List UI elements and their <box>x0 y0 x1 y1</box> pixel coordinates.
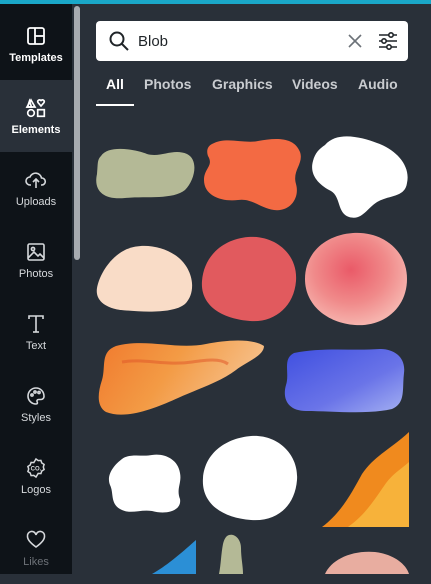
sidebar-item-label: Logos <box>21 483 51 496</box>
result-orange-watercolor-stroke[interactable] <box>96 336 266 418</box>
palette-icon <box>25 385 47 407</box>
result-blue-wave-partial[interactable] <box>152 540 196 574</box>
result-white-blob[interactable] <box>311 135 409 219</box>
elements-icon <box>25 97 47 119</box>
result-pink-watercolor-blob[interactable] <box>303 231 409 327</box>
sidebar-item-elements[interactable]: Elements <box>0 80 72 152</box>
result-orange-blob[interactable] <box>202 138 302 212</box>
sidebar-item-label: Likes <box>23 555 49 568</box>
active-tab-indicator <box>96 104 134 106</box>
result-white-round-blob[interactable] <box>201 434 299 522</box>
text-icon <box>25 313 47 335</box>
svg-text:CO.: CO. <box>31 466 42 472</box>
sidebar-item-label: Styles <box>21 411 51 424</box>
result-white-rough-blob[interactable] <box>108 453 183 515</box>
sidebar-item-logos[interactable]: CO. Logos <box>0 440 72 512</box>
tab-audio[interactable]: Audio <box>358 76 398 92</box>
search-icon <box>108 30 130 52</box>
result-sage-shape-partial[interactable] <box>219 534 243 574</box>
logo-badge-icon: CO. <box>25 457 47 479</box>
templates-icon <box>25 25 47 47</box>
sidebar-item-label: Uploads <box>15 195 57 208</box>
close-icon[interactable] <box>346 32 364 50</box>
sidebar-item-text[interactable]: Text <box>0 296 72 368</box>
heart-icon <box>25 529 47 551</box>
panel-scrollbar-thumb[interactable] <box>74 6 80 260</box>
result-blue-watercolor-stroke[interactable] <box>282 345 407 415</box>
sidebar-item-label: Text <box>25 339 47 352</box>
tab-graphics[interactable]: Graphics <box>212 76 273 92</box>
sidebar-item-label: Templates <box>9 51 63 64</box>
tab-photos[interactable]: Photos <box>144 76 191 92</box>
search-input[interactable] <box>138 29 338 53</box>
result-peach-blob[interactable] <box>95 245 194 312</box>
result-coral-circle-blob[interactable] <box>200 235 298 323</box>
tab-videos[interactable]: Videos <box>292 76 338 92</box>
sidebar-item-styles[interactable]: Styles <box>0 368 72 440</box>
result-pink-blob-partial[interactable] <box>315 550 409 574</box>
sidebar-item-label: Elements <box>11 123 61 136</box>
sidebar-item-uploads[interactable]: Uploads <box>0 152 72 224</box>
filter-sliders-icon[interactable] <box>377 30 399 52</box>
sidebar-item-label: Photos <box>18 267 54 280</box>
result-sage-blob[interactable] <box>95 146 195 202</box>
sidebar-item-likes[interactable]: Likes <box>0 512 72 584</box>
upload-cloud-icon <box>25 169 47 191</box>
result-orange-wave-corner[interactable] <box>322 432 409 527</box>
tab-all[interactable]: All <box>106 76 124 92</box>
image-icon <box>25 241 47 263</box>
sidebar: Templates Elements Uploads Photos Text S… <box>0 4 72 574</box>
sidebar-item-templates[interactable]: Templates <box>0 8 72 80</box>
sidebar-item-photos[interactable]: Photos <box>0 224 72 296</box>
